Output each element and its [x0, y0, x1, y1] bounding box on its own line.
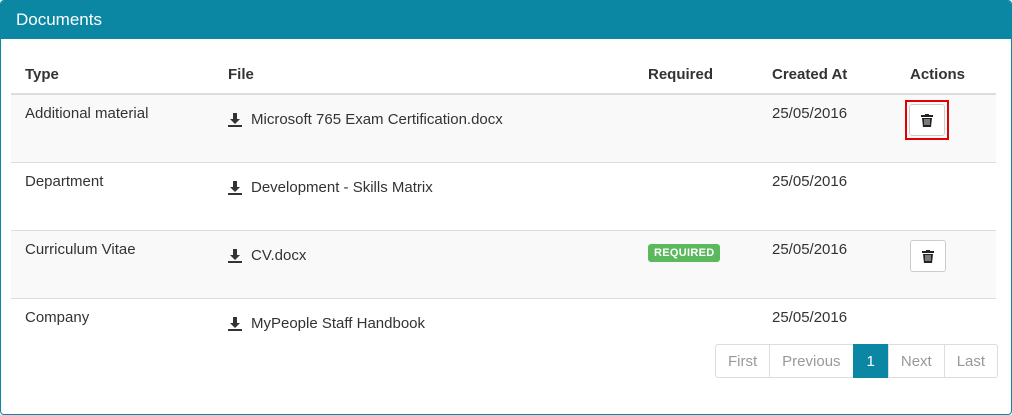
column-header-file: File [214, 55, 634, 95]
download-icon [228, 316, 242, 331]
pagination-first[interactable]: First [715, 344, 771, 378]
file-cell: MyPeople Staff Handbook [214, 298, 634, 366]
file-download-link[interactable]: Development - Skills Matrix [228, 179, 433, 196]
panel-title: Documents [1, 1, 1011, 39]
required-cell [634, 93, 758, 163]
column-header-type: Type [11, 55, 214, 95]
required-badge: REQUIRED [648, 244, 721, 262]
pagination-previous[interactable]: Previous [769, 344, 854, 378]
type-cell: Curriculum Vitae [11, 230, 214, 299]
created-at-cell: 25/05/2016 [758, 230, 896, 299]
documents-panel: Documents Type File Required Created At … [0, 0, 1012, 415]
type-cell: Department [11, 162, 214, 231]
column-header-required: Required [634, 55, 758, 95]
trash-icon [922, 249, 934, 263]
pagination-page-current[interactable]: 1 [852, 344, 889, 378]
table-row: Department Development - Skills Matrix 2… [11, 162, 996, 231]
documents-table: Type File Required Created At Actions Ad… [11, 55, 996, 366]
download-icon [228, 112, 242, 127]
created-at-cell: 25/05/2016 [758, 162, 896, 231]
type-cell: Company [11, 298, 214, 366]
table-row: Curriculum Vitae CV.docx REQUIRED 25/05/… [11, 230, 996, 299]
required-cell [634, 162, 758, 231]
actions-cell [896, 93, 996, 163]
file-name: Development - Skills Matrix [251, 179, 433, 196]
file-download-link[interactable]: MyPeople Staff Handbook [228, 315, 425, 332]
file-name: CV.docx [251, 247, 307, 264]
type-cell: Additional material [11, 93, 214, 163]
pagination: First Previous 1 Next Last [715, 344, 999, 378]
trash-icon [921, 113, 933, 127]
created-at-cell: 25/05/2016 [758, 93, 896, 163]
file-download-link[interactable]: CV.docx [228, 247, 306, 264]
download-icon [228, 180, 242, 195]
file-cell: Development - Skills Matrix [214, 162, 634, 231]
delete-button[interactable] [909, 104, 945, 136]
file-name: Microsoft 765 Exam Certification.docx [251, 111, 503, 128]
column-header-created-at: Created At [758, 55, 896, 95]
download-icon [228, 248, 242, 263]
table-header-row: Type File Required Created At Actions [11, 55, 996, 95]
pagination-next[interactable]: Next [887, 344, 945, 378]
required-cell: REQUIRED [634, 230, 758, 299]
actions-cell [896, 230, 996, 299]
highlight-box [905, 100, 949, 140]
file-cell: Microsoft 765 Exam Certification.docx [214, 93, 634, 163]
table-row: Additional material Microsoft 765 Exam C… [11, 93, 996, 163]
file-name: MyPeople Staff Handbook [251, 315, 426, 332]
file-cell: CV.docx [214, 230, 634, 299]
pagination-last[interactable]: Last [943, 344, 999, 378]
column-header-actions: Actions [896, 55, 996, 95]
file-download-link[interactable]: Microsoft 765 Exam Certification.docx [228, 111, 503, 128]
delete-button[interactable] [910, 240, 946, 272]
actions-cell [896, 162, 996, 231]
